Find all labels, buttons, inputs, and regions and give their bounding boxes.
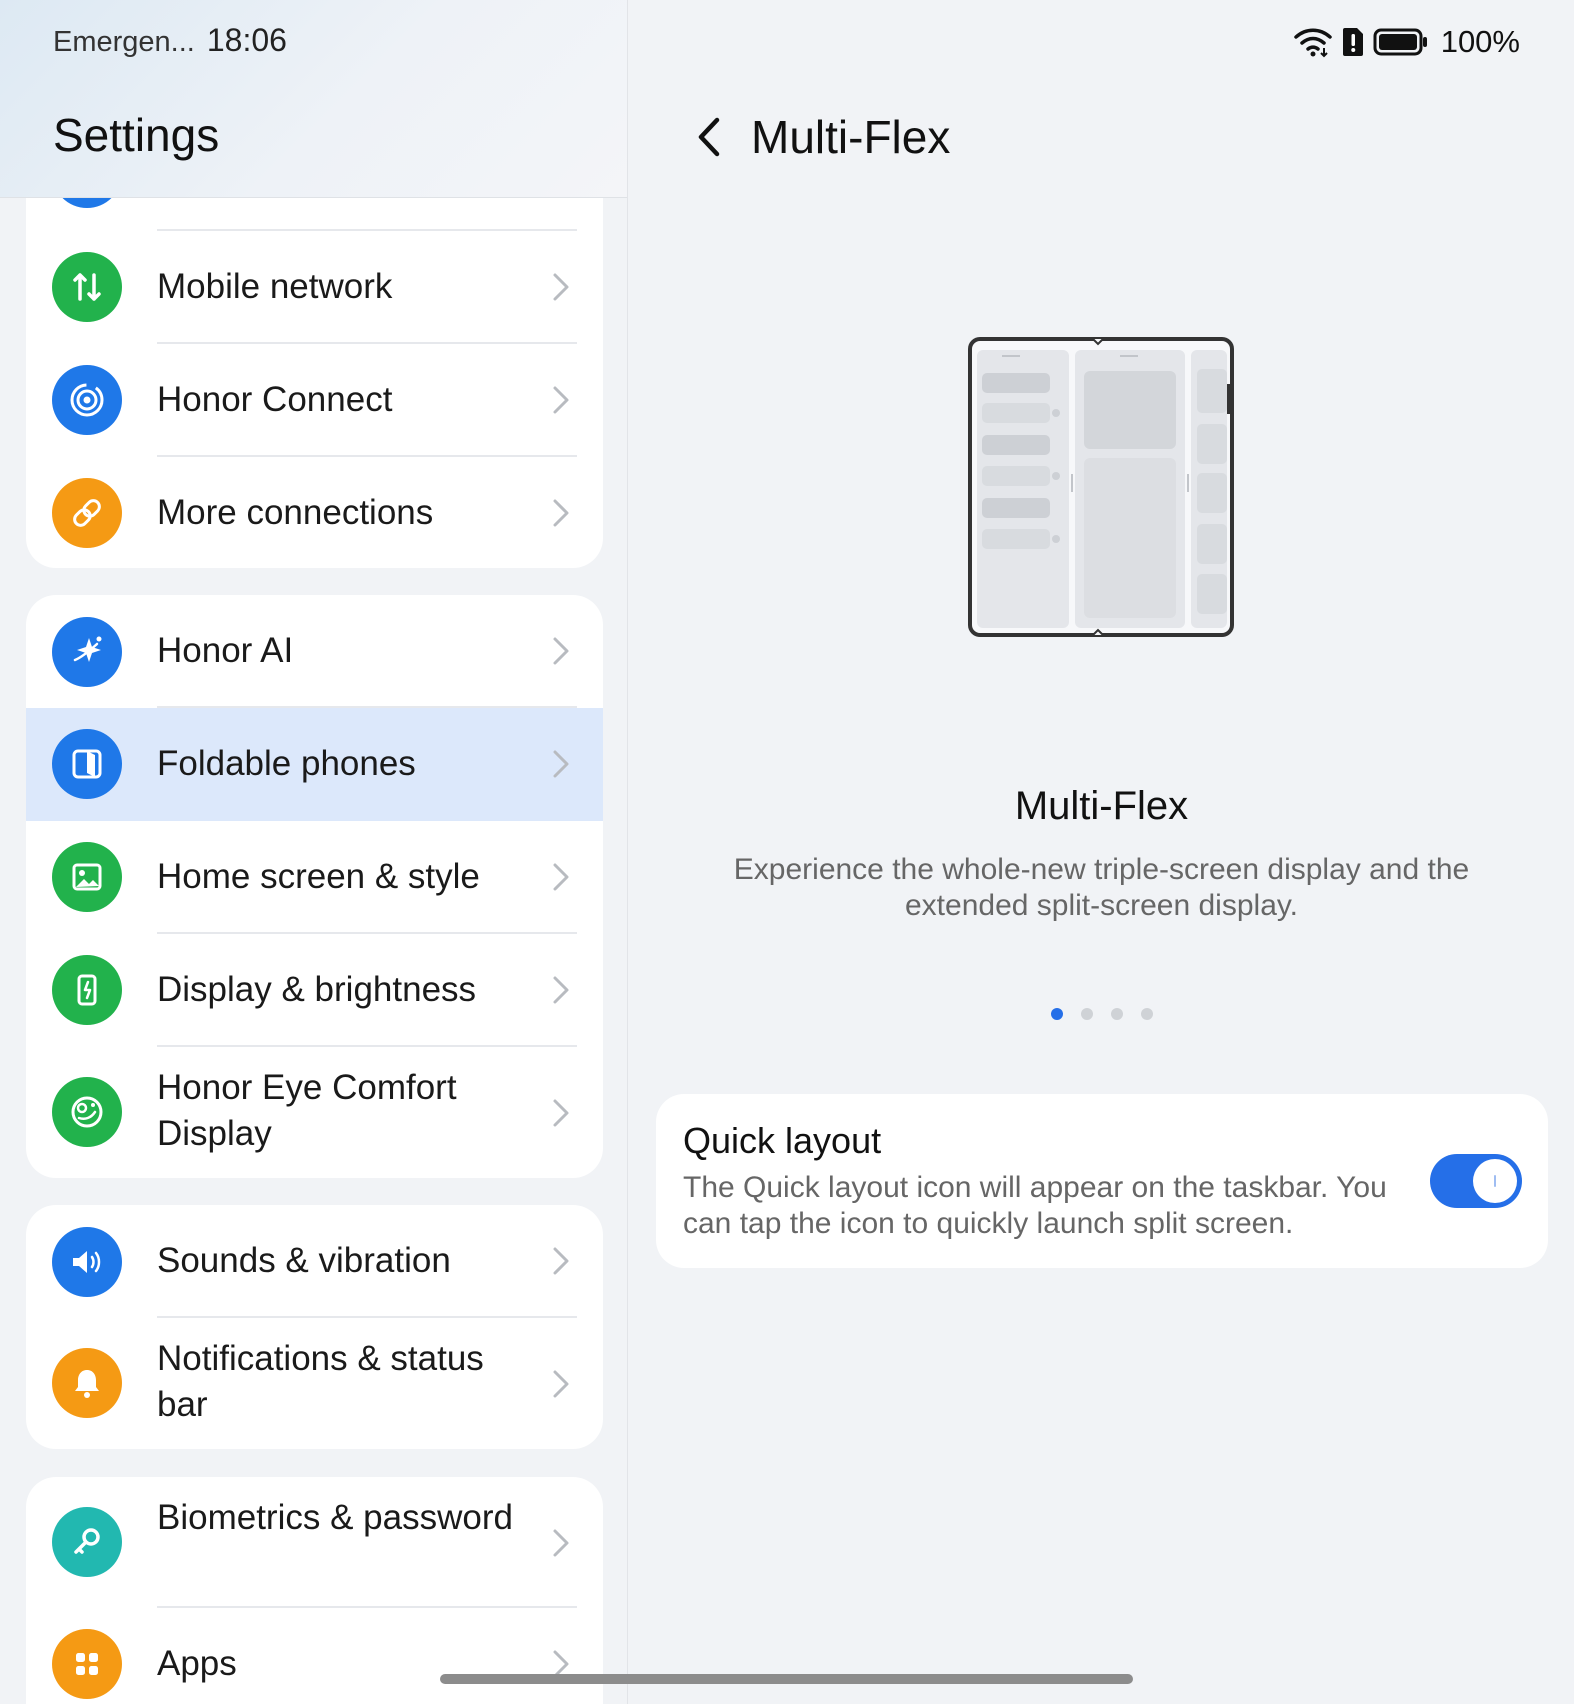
sparkle-icon [52,617,122,687]
sidebar-item-notifications[interactable]: Notifications & status bar [26,1318,603,1449]
chevron-right-icon [553,1247,569,1275]
sidebar-item-label: Foldable phones [157,744,416,783]
wifi-icon [1293,28,1332,58]
battery-percent: 100% [1440,24,1520,59]
sidebar-item-eye-comfort[interactable]: Honor Eye Comfort Display [26,1047,603,1178]
settings-group-sound-notifications: Sounds & vibration Notifications & statu… [26,1205,603,1449]
sidebar-item-label: Notifications & status bar [157,1339,484,1424]
page-title: Multi-Flex [751,111,951,163]
sidebar-item-label: Sounds & vibration [157,1241,451,1280]
sidebar-item-honor-connect[interactable]: Honor Connect [26,344,603,457]
key-icon [52,1507,122,1577]
apps-grid-icon [52,1629,122,1699]
phone-brightness-icon [52,955,122,1025]
quick-layout-description: The Quick layout icon will appear on the… [683,1171,1387,1240]
chevron-right-icon [553,1370,569,1398]
chevron-right-icon [553,273,569,301]
feature-title: Multi-Flex [1014,784,1189,828]
sidebar-item-label: Display & brightness [157,970,477,1009]
sidebar-item-label: Biometrics & password [157,1498,513,1537]
carrier-text: Emergen... [53,26,195,58]
eye-comfort-icon [52,1077,122,1147]
settings-group-connections: Mobile network Honor Connect More connec… [26,150,603,568]
detail-pane: 100% Multi-Flex Multi-Flex Experience th… [629,0,1574,1704]
mobile-data-icon [52,252,122,322]
chevron-right-icon [553,1099,569,1127]
sidebar-item-home-screen-style[interactable]: Home screen & style [26,821,603,934]
quick-layout-card: Quick layout The Quick layout icon will … [656,1094,1548,1268]
bell-icon [52,1348,122,1418]
page-title: Settings [53,109,220,161]
sidebar-item-more-connections[interactable]: More connections [26,457,603,568]
sidebar-item-label: Honor Eye Comfort Display [157,1068,457,1153]
sidebar-item-foldable-phones[interactable]: Foldable phones [26,708,603,821]
home-indicator[interactable] [440,1674,1133,1684]
toggle-knob [1473,1159,1517,1203]
sidebar-item-sounds-vibration[interactable]: Sounds & vibration [26,1205,603,1318]
sidebar-item-label: Home screen & style [157,857,480,896]
sidebar-item-mobile-network[interactable]: Mobile network [26,231,603,344]
status-bar-right: 100% [1293,24,1520,60]
feature-description: Experience the whole-new triple-screen d… [733,853,1470,922]
honor-connect-icon [52,365,122,435]
settings-sidebar: Emergen... 18:06 Settings Mobile network… [0,0,628,1704]
battery-icon [1373,28,1427,56]
page-indicator [629,1008,1574,1020]
sidebar-header: Emergen... 18:06 Settings [0,0,627,198]
chevron-right-icon [553,976,569,1004]
page-dot[interactable] [1140,1008,1153,1020]
sidebar-item-honor-ai[interactable]: Honor AI [26,595,603,708]
chevron-right-icon [553,750,569,778]
chevron-right-icon [553,499,569,527]
sidebar-item-apps[interactable]: Apps [26,1608,603,1704]
sidebar-item-label: Mobile network [157,267,393,306]
chevron-right-icon [553,1529,569,1557]
status-bar-left: Emergen... 18:06 [53,22,287,59]
speaker-icon [52,1227,122,1297]
foldable-icon [52,729,122,799]
sidebar-item-biometrics[interactable]: Biometrics & password [26,1477,603,1608]
page-dot[interactable] [1080,1008,1093,1020]
clock: 18:06 [206,22,287,58]
sidebar-item-label: Honor Connect [157,380,393,419]
back-arrow-icon[interactable] [689,112,729,162]
quick-layout-toggle[interactable] [1430,1154,1522,1208]
sidebar-item-label: More connections [157,493,434,532]
settings-group-device: Honor AI Foldable phones Home screen & s… [26,595,603,1178]
quick-layout-title: Quick layout [683,1120,882,1161]
alert-sim-icon [1342,28,1363,56]
sidebar-item-label: Honor AI [157,631,294,670]
chevron-right-icon [553,386,569,414]
sidebar-item-display-brightness[interactable]: Display & brightness [26,934,603,1047]
multi-flex-illustration [968,337,1234,637]
chevron-right-icon [553,863,569,891]
page-dot-active[interactable] [1050,1008,1063,1020]
page-dot[interactable] [1110,1008,1123,1020]
chevron-right-icon [553,637,569,665]
link-icon [52,478,122,548]
settings-group-security-apps: Biometrics & password Apps [26,1477,603,1704]
image-icon [52,842,122,912]
